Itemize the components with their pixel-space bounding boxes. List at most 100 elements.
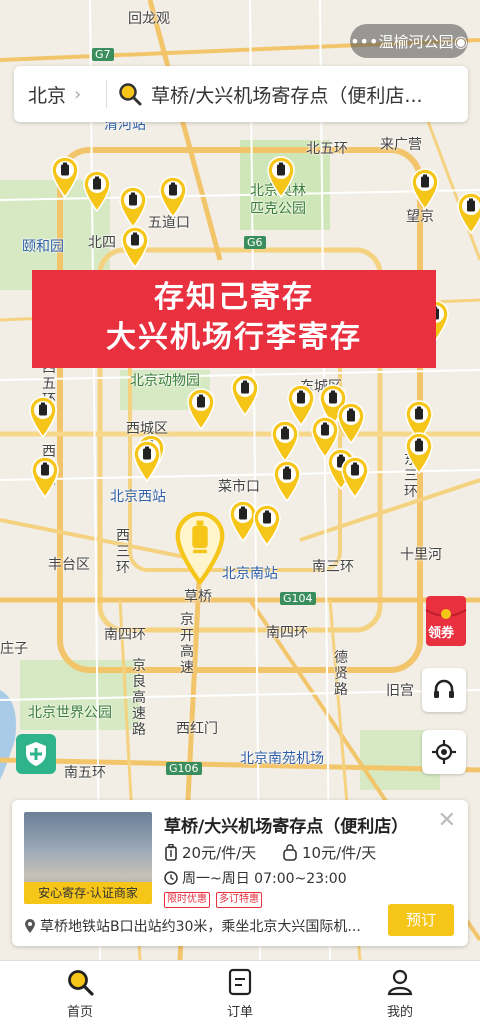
map-label: 北京南苑机场 — [240, 751, 324, 767]
address-text: 草桥地铁站B口出站约30米，乘坐北京大兴国际机... — [40, 919, 361, 935]
banner-line-2: 大兴机场行李寄存 — [106, 320, 362, 355]
promo-badge: 多订特惠 — [216, 892, 262, 908]
store-photo: 安心寄存·认证商家 — [24, 812, 152, 904]
coupon-label: 领券 — [428, 626, 455, 641]
luggage-storage-pin[interactable] — [404, 432, 434, 474]
luggage-pin-icon — [341, 456, 369, 498]
luggage-pin-icon — [29, 396, 57, 438]
luggage-pin-icon — [271, 420, 299, 462]
price-small-text: 10元/件/天 — [302, 844, 377, 862]
luggage-storage-pin[interactable] — [410, 168, 440, 210]
map-label: 菜市口 — [218, 479, 260, 495]
luggage-storage-pin[interactable] — [252, 504, 282, 546]
tab-label: 首页 — [66, 1005, 93, 1020]
map-label: 南四环 — [104, 627, 146, 643]
banner-line-1: 存知己寄存 — [154, 280, 314, 315]
book-button[interactable]: 预订 — [388, 904, 454, 936]
customer-service-button[interactable] — [422, 668, 466, 712]
luggage-pin-icon — [411, 168, 439, 210]
map-label: 北五环 — [306, 141, 348, 157]
map-label: 北京南站 — [222, 566, 278, 582]
road-shield: G7 — [92, 48, 114, 61]
map-label: 德贤路 — [334, 650, 348, 698]
luggage-storage-pin[interactable] — [266, 156, 296, 198]
clock-icon — [164, 871, 178, 885]
tab-orders[interactable]: 订单 — [160, 961, 320, 1026]
tab-profile[interactable]: 我的 — [320, 961, 480, 1026]
luggage-storage-pin[interactable] — [30, 456, 60, 498]
luggage-storage-pin[interactable] — [272, 460, 302, 502]
search-input[interactable]: 草桥/大兴机场寄存点（便利店... — [151, 81, 461, 108]
more-icon[interactable]: ••• — [350, 32, 378, 51]
luggage-pin-icon — [187, 388, 215, 430]
luggage-storage-pin[interactable] — [456, 192, 480, 234]
map-label: 匹克公园 — [250, 201, 306, 217]
location-card[interactable]: 安心寄存·认证商家 草桥/大兴机场寄存点（便利店） ✕ 20元/件/天 10元/… — [12, 800, 468, 946]
road-shield: G106 — [166, 762, 202, 775]
luggage-storage-pin[interactable] — [340, 456, 370, 498]
selected-location-pin[interactable] — [174, 512, 226, 584]
luggage-storage-pin[interactable] — [186, 388, 216, 430]
luggage-storage-pin[interactable] — [132, 440, 162, 482]
luggage-storage-pin[interactable] — [120, 226, 150, 268]
address: 草桥地铁站B口出站约30米，乘坐北京大兴国际机... — [24, 916, 374, 936]
map-label: 京良高速路 — [132, 658, 146, 738]
top-capsule[interactable]: ••• 温榆河公园 ◉ — [350, 24, 468, 58]
luggage-pin-icon — [231, 374, 259, 416]
luggage-storage-pin[interactable] — [270, 420, 300, 462]
red-envelope-icon — [425, 596, 467, 646]
city-label: 北京 — [28, 84, 67, 107]
luggage-pin-icon — [119, 186, 147, 228]
luggage-pin-icon — [273, 460, 301, 502]
order-icon — [228, 968, 252, 996]
city-selector[interactable]: 北京 › — [14, 81, 106, 108]
luggage-pin-icon — [457, 192, 480, 234]
map-label: 北京西站 — [110, 489, 166, 505]
map-label: 西三环 — [116, 528, 130, 576]
luggage-pin-icon — [405, 432, 433, 474]
luggage-pin-icon — [253, 504, 281, 546]
promo-badge: 限时优惠 — [164, 892, 210, 908]
map-label: 颐和园 — [22, 239, 64, 255]
map-label: 来广营 — [380, 137, 422, 153]
luggage-storage-pin[interactable] — [82, 170, 112, 212]
luggage-pin-icon — [159, 176, 187, 218]
luggage-pin-icon — [51, 156, 79, 198]
map-label: 西红门 — [176, 721, 218, 737]
promo-banner[interactable]: 存知己寄存 大兴机场行李寄存 — [32, 270, 436, 368]
luggage-storage-pin[interactable] — [118, 186, 148, 228]
luggage-pin-icon — [121, 226, 149, 268]
map-label: 北京世界公园 — [28, 705, 112, 721]
search-icon — [68, 970, 94, 996]
map-label: 南四环 — [266, 625, 308, 641]
map-label: 京开高速 — [180, 612, 194, 676]
luggage-storage-pin[interactable] — [336, 402, 366, 444]
map-label: 北四 — [88, 235, 116, 251]
search-bar[interactable]: 北京 › 草桥/大兴机场寄存点（便利店... — [14, 66, 468, 122]
luggage-pin-icon — [175, 512, 225, 584]
close-icon[interactable]: ✕ — [438, 808, 456, 833]
luggage-pin-icon — [267, 156, 295, 198]
map-label: 南三环 — [312, 559, 354, 575]
safety-shield-button[interactable] — [16, 734, 56, 774]
map-label: 十里河 — [400, 547, 442, 563]
map-label: 庄子 — [0, 641, 28, 657]
price-large-text: 20元/件/天 — [182, 844, 257, 862]
luggage-storage-pin[interactable] — [230, 374, 260, 416]
top-capsule-label: 温榆河公园 — [378, 32, 454, 51]
luggage-pin-icon — [31, 456, 59, 498]
map-label: 北京动物园 — [130, 373, 200, 389]
map-label: 丰台区 — [48, 557, 90, 573]
map-label: 旧宫 — [386, 683, 414, 699]
locate-button[interactable] — [422, 730, 466, 774]
opening-hours: 周一~周日 07:00~23:00 — [164, 868, 347, 888]
target-icon[interactable]: ◉ — [454, 32, 468, 51]
coupon-button[interactable]: 领券 — [422, 592, 470, 650]
user-icon — [387, 969, 413, 996]
luggage-storage-pin[interactable] — [50, 156, 80, 198]
luggage-storage-pin[interactable] — [158, 176, 188, 218]
shield-plus-icon — [26, 742, 46, 766]
tab-label: 订单 — [226, 1005, 253, 1020]
luggage-storage-pin[interactable] — [28, 396, 58, 438]
tab-home[interactable]: 首页 — [0, 961, 160, 1026]
